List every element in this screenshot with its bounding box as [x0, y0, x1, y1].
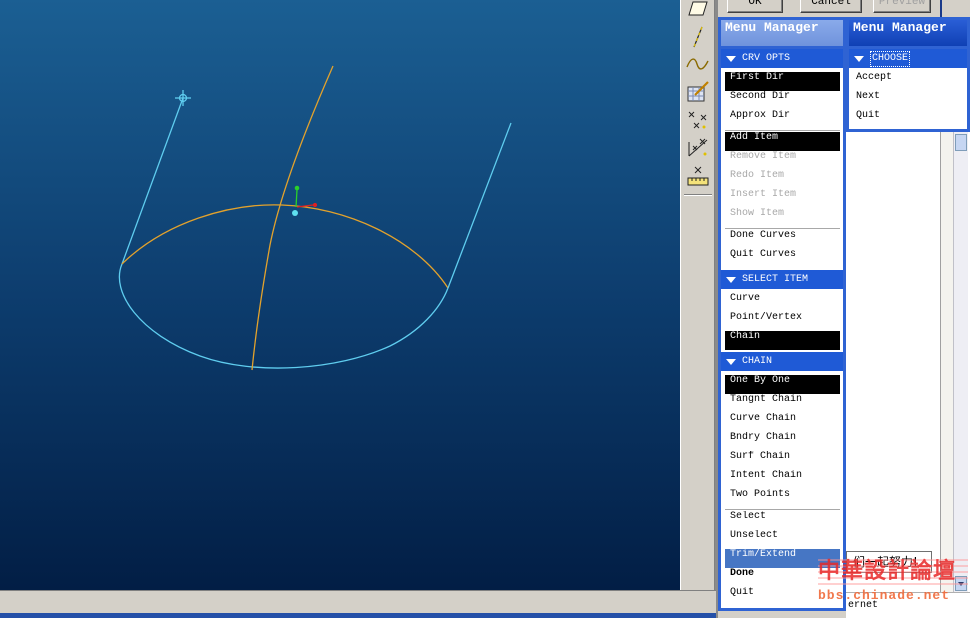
menu-item-trim-extend[interactable]: Trim/Extend	[725, 549, 840, 568]
menu-manager-title[interactable]: Menu Manager	[721, 20, 843, 49]
ellipse-back-arc[interactable]	[121, 204, 449, 289]
menu-item-tangent-chain[interactable]: Tangnt Chain	[725, 394, 840, 413]
menu-list-chain: One By One Tangnt Chain Curve Chain Bndr…	[721, 371, 843, 608]
ellipse-front-arc[interactable]	[118, 263, 449, 369]
scroll-thumb[interactable]	[955, 134, 967, 151]
section-header-choose[interactable]: CHOOSE	[849, 49, 967, 68]
menu-item-select[interactable]: Select	[725, 511, 840, 530]
feature-dialog: OK Cancel Preview	[718, 0, 970, 17]
menu-separator	[725, 130, 840, 131]
menu-item-boundary-chain[interactable]: Bndry Chain	[725, 432, 840, 451]
right-datum-curve[interactable]	[447, 122, 512, 289]
menu-list-choose: Accept Next Quit	[849, 68, 967, 129]
background-text-box: 们一起努力!	[846, 551, 932, 573]
menu-item-remove-item: Remove Item	[730, 151, 797, 162]
start-point-triad[interactable]	[292, 185, 318, 216]
menu-item-accept[interactable]: Accept	[851, 72, 964, 91]
menu-item-unselect[interactable]: Unselect	[725, 530, 840, 549]
scroll-down-button[interactable]	[955, 576, 967, 591]
background-window: 们一起努力! ernet	[846, 132, 970, 618]
menu-item-show-item: Show Item	[730, 208, 785, 219]
menu-item-one-by-one[interactable]: One By One	[725, 375, 840, 394]
status-bar	[0, 590, 716, 613]
section-header-label: CRV OPTS	[742, 53, 791, 64]
menu-list-crv-opts: First Dir Second Dir Approx Dir Add Item…	[721, 68, 843, 270]
chevron-down-icon	[726, 276, 736, 283]
chevron-down-icon	[854, 55, 864, 62]
section-header-label: SELECT ITEM	[742, 274, 809, 285]
menu-item-curve-chain[interactable]: Curve Chain	[725, 413, 840, 432]
toolbar-separator	[684, 194, 712, 196]
chevron-down-icon	[726, 55, 736, 62]
menu-manager-choose: Menu Manager CHOOSE Accept Next Quit	[846, 17, 970, 132]
chevron-down-icon	[726, 358, 736, 365]
menu-item-approx-dir[interactable]: Approx Dir	[725, 110, 840, 129]
section-header-label: CHOOSE	[870, 50, 911, 67]
datum-point-icon[interactable]	[685, 108, 711, 132]
window-bottom-edge	[0, 613, 716, 618]
menu-item-quit[interactable]: Quit	[725, 587, 840, 606]
datum-toolbar	[680, 0, 715, 590]
menu-separator	[725, 228, 840, 229]
menu-item-curve[interactable]: Curve	[725, 293, 840, 312]
menu-list-select-item: Curve Point/Vertex Chain	[721, 289, 843, 352]
menu-item-point-vertex[interactable]: Point/Vertex	[725, 312, 840, 331]
menu-item-redo-item: Redo Item	[730, 170, 785, 181]
menu-item-insert-item: Insert Item	[730, 189, 797, 200]
datum-plane-icon[interactable]	[685, 0, 711, 24]
section-header-label: CHAIN	[742, 356, 773, 367]
preview-button: Preview	[873, 0, 931, 13]
menu-manager-title[interactable]: Menu Manager	[849, 20, 967, 49]
left-datum-curve[interactable]	[121, 97, 184, 265]
window-gutter	[940, 132, 953, 592]
menu-item-quit-curves[interactable]: Quit Curves	[725, 249, 840, 268]
background-status-area: ernet	[846, 592, 970, 618]
trajectory-curve[interactable]	[251, 65, 334, 371]
menu-manager-main: Menu Manager CRV OPTS First Dir Second D…	[718, 17, 846, 611]
menu-item-chain[interactable]: Chain	[725, 331, 840, 350]
section-header-chain[interactable]: CHAIN	[721, 352, 843, 371]
offset-coordinate-point-icon[interactable]	[685, 136, 711, 160]
menu-item-intent-chain[interactable]: Intent Chain	[725, 470, 840, 489]
ok-button[interactable]: OK	[727, 0, 783, 13]
datum-curve-icon[interactable]	[685, 53, 711, 77]
field-point-icon[interactable]	[685, 164, 711, 188]
model-viewport[interactable]	[0, 0, 680, 590]
menu-item-surf-chain[interactable]: Surf Chain	[725, 451, 840, 470]
cancel-button[interactable]: Cancel	[800, 0, 862, 13]
menu-item-first-dir[interactable]: First Dir	[725, 72, 840, 91]
model-geometry[interactable]	[0, 0, 680, 590]
background-footer-text: ernet	[848, 600, 879, 611]
sketch-tool-icon[interactable]	[685, 80, 711, 104]
menu-separator	[725, 509, 840, 510]
chevron-down-icon	[958, 582, 964, 586]
dialog-divider	[940, 0, 942, 17]
menu-item-next[interactable]: Next	[851, 91, 964, 110]
vertical-scrollbar[interactable]	[953, 132, 968, 592]
menu-item-add-item[interactable]: Add Item	[725, 132, 840, 151]
section-header-select-item[interactable]: SELECT ITEM	[721, 270, 843, 289]
section-header-crv-opts[interactable]: CRV OPTS	[721, 49, 843, 68]
datum-axis-icon[interactable]	[685, 25, 711, 49]
datum-point-crosshair[interactable]	[175, 90, 191, 106]
menu-item-quit-choose[interactable]: Quit	[851, 110, 964, 129]
menu-item-two-points[interactable]: Two Points	[725, 489, 840, 508]
menu-item-done-curves[interactable]: Done Curves	[725, 230, 840, 249]
menu-item-second-dir[interactable]: Second Dir	[725, 91, 840, 110]
menu-item-done[interactable]: Done	[725, 568, 840, 587]
